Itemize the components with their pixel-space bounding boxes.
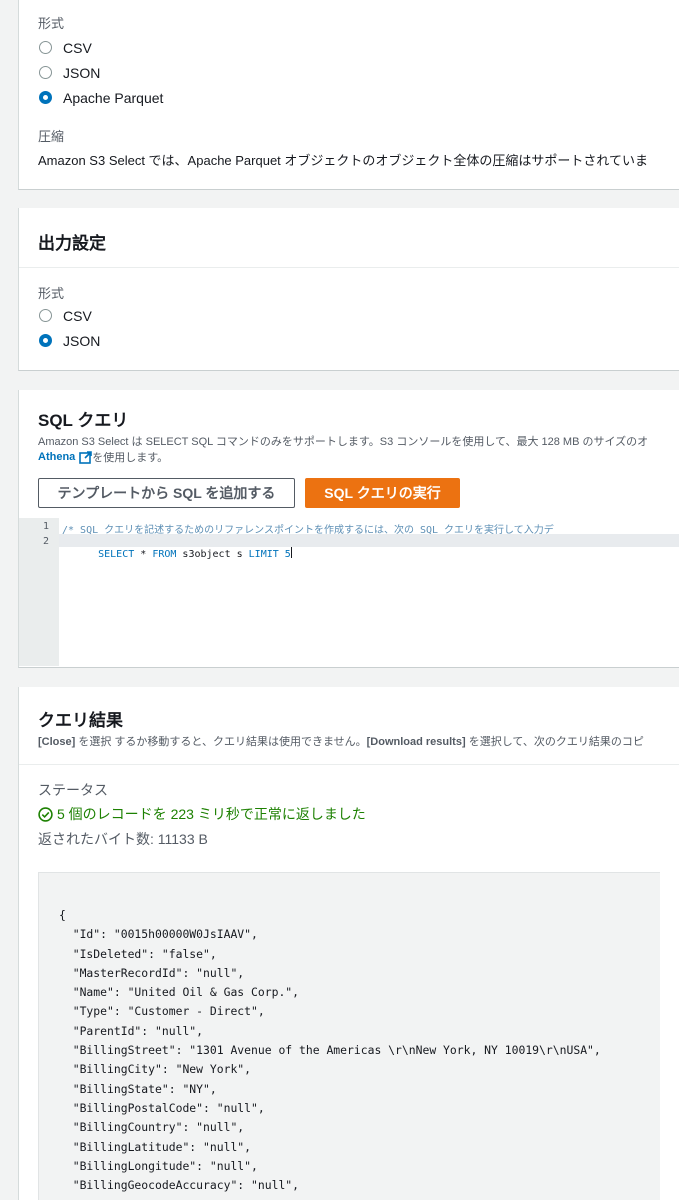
- compression-description: Amazon S3 Select では、Apache Parquet オブジェク…: [38, 153, 649, 168]
- radio-button[interactable]: [39, 309, 52, 322]
- close-term: [Close]: [38, 736, 76, 748]
- description-text: を選択して、次のクエリ結果のコピ: [465, 736, 644, 748]
- output-format-json-option[interactable]: JSON: [38, 328, 100, 353]
- option-label: Apache Parquet: [63, 89, 164, 106]
- line-number: 1: [42, 521, 49, 532]
- code-line-1: /* SQL クエリを記述するためのリファレンスポイントを作成するには、次の S…: [62, 525, 554, 536]
- sql-editor[interactable]: 1 2 /* SQL クエリを記述するためのリファレンスポイントを作成するには、…: [19, 518, 679, 666]
- query-results-header: クエリ結果 [Close] を選択 するか移動すると、クエリ結果は使用できません…: [19, 687, 679, 765]
- run-sql-query-button[interactable]: SQL クエリの実行: [305, 478, 460, 508]
- json-output-line: "BillingLatitude": "null",: [59, 1139, 252, 1154]
- json-output-line: "BillingCity": "New York",: [59, 1062, 252, 1077]
- add-sql-from-template-button[interactable]: テンプレートから SQL を追加する: [38, 478, 295, 508]
- json-output-line: "Name": "United Oil & Gas Corp.",: [59, 985, 300, 1000]
- radio-button-selected[interactable]: [39, 91, 52, 104]
- check-circle-icon: [38, 806, 53, 822]
- input-format-csv-option[interactable]: CSV: [38, 35, 163, 60]
- sql-token: *: [134, 549, 153, 560]
- json-output-line: "BillingCountry": "null",: [59, 1120, 245, 1135]
- line-number: 2: [42, 536, 49, 547]
- json-output-line: "IsDeleted": "false",: [59, 946, 217, 961]
- json-output-line: "BillingGeocodeAccuracy": "null",: [59, 1178, 300, 1193]
- input-format-parquet-option[interactable]: Apache Parquet: [38, 85, 163, 110]
- json-output-line: "MasterRecordId": "null",: [59, 965, 245, 980]
- sql-keyword: LIMIT: [248, 549, 279, 560]
- sql-keyword: SELECT: [98, 549, 135, 560]
- json-output-line: {: [59, 908, 66, 922]
- radio-button[interactable]: [39, 41, 52, 54]
- sql-query-description: Amazon S3 Select は SELECT SQL コマンドのみをサポー…: [38, 436, 649, 448]
- download-term: [Download results]: [366, 736, 466, 748]
- athena-link[interactable]: Athena: [38, 451, 75, 463]
- query-result-output: { "Id": "0015h00000W0JsIAAV", "IsDeleted…: [38, 872, 660, 1200]
- input-settings-panel: 形式 CSV JSON Apache Parquet 圧縮 Amazon S3 …: [18, 0, 679, 190]
- output-format-radio-group: CSV JSON: [38, 303, 100, 353]
- sql-number: 5: [278, 549, 291, 560]
- output-format-label: 形式: [38, 286, 65, 301]
- json-output-line: "BillingPostalCode": "null",: [59, 1100, 265, 1115]
- output-settings-title: 出力設定: [38, 234, 106, 253]
- radio-button[interactable]: [39, 66, 52, 79]
- sql-query-description-line2: Athena を使用します。: [38, 449, 168, 465]
- compression-label: 圧縮: [38, 129, 65, 144]
- editor-gutter: 1 2: [19, 518, 59, 666]
- status-text: 5 個のレコードを 223 ミリ秒で正常に返しました: [57, 806, 366, 822]
- option-label: JSON: [63, 64, 101, 81]
- radio-button-selected[interactable]: [39, 334, 52, 347]
- input-format-json-option[interactable]: JSON: [38, 60, 163, 85]
- json-output-line: "BillingLongitude": "null",: [59, 1158, 258, 1173]
- sql-query-panel: SQL クエリ Amazon S3 Select は SELECT SQL コマ…: [18, 390, 679, 668]
- bytes-returned: 返されたバイト数: 11133 B: [38, 831, 208, 847]
- output-settings-panel: 出力設定 形式 CSV JSON: [18, 208, 679, 371]
- json-output-line: "Type": "Customer - Direct",: [59, 1004, 265, 1019]
- sql-query-title: SQL クエリ: [38, 411, 129, 430]
- sql-token: s3object s: [176, 549, 249, 560]
- sql-keyword: FROM: [152, 549, 177, 560]
- query-results-title: クエリ結果: [38, 711, 123, 730]
- json-output-text: { "Id": "0015h00000W0JsIAAV", "IsDeleted…: [59, 906, 601, 1195]
- external-link-icon[interactable]: [79, 450, 93, 464]
- json-output-line: "BillingState": "NY",: [59, 1081, 217, 1096]
- json-output-line: "ParentId": "null",: [59, 1023, 204, 1038]
- output-format-csv-option[interactable]: CSV: [38, 303, 100, 328]
- input-format-label: 形式: [38, 16, 65, 31]
- input-format-radio-group: CSV JSON Apache Parquet: [38, 35, 163, 110]
- description-text: を選択 するか移動すると、クエリ結果は使用できません。: [75, 736, 367, 748]
- code-line-2: SELECT * FROM s3object s LIMIT 5: [62, 536, 292, 571]
- query-results-description: [Close] を選択 するか移動すると、クエリ結果は使用できません。[Down…: [38, 733, 679, 749]
- json-output-line: "Id": "0015h00000W0JsIAAV",: [59, 927, 258, 942]
- json-output-line: "BillingStreet": "1301 Avenue of the Ame…: [59, 1043, 601, 1058]
- query-results-panel: クエリ結果 [Close] を選択 するか移動すると、クエリ結果は使用できません…: [18, 687, 679, 1200]
- status-label: ステータス: [38, 782, 108, 798]
- option-label: CSV: [63, 39, 92, 56]
- option-label: JSON: [63, 332, 101, 349]
- option-label: CSV: [63, 307, 92, 324]
- text-cursor: [290, 547, 292, 558]
- description-suffix: を使用します。: [92, 452, 169, 464]
- output-settings-header: 出力設定: [19, 208, 679, 268]
- status-message: 5 個のレコードを 223 ミリ秒で正常に返しました: [38, 804, 366, 824]
